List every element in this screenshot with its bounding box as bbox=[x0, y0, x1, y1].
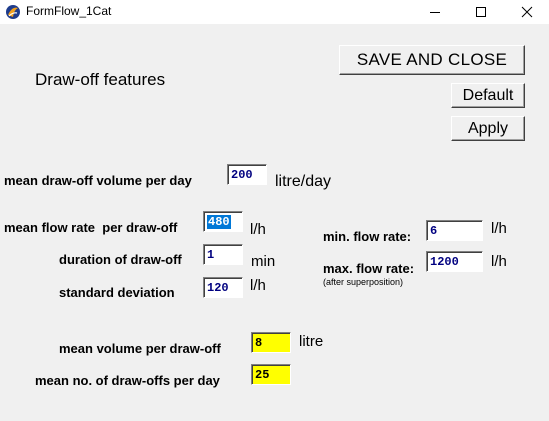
max-flow-rate-input[interactable]: 1200 bbox=[426, 251, 483, 272]
duration-label: duration of draw-off bbox=[59, 252, 182, 267]
min-flow-rate-input[interactable]: 6 bbox=[426, 220, 483, 241]
std-deviation-unit: l/h bbox=[250, 277, 266, 294]
min-flow-rate-label: min. flow rate: bbox=[323, 229, 412, 244]
maximize-button[interactable] bbox=[458, 0, 504, 24]
default-button[interactable]: Default bbox=[451, 83, 525, 108]
mean-volume-per-drawoff-unit: litre bbox=[299, 333, 324, 350]
save-and-close-button[interactable]: SAVE AND CLOSE bbox=[339, 45, 525, 75]
mean-volume-per-day-label: mean draw-off volume per day bbox=[4, 173, 192, 188]
mean-flow-rate-value: 480 bbox=[207, 215, 231, 229]
min-flow-rate-unit: l/h bbox=[491, 220, 507, 237]
mean-volume-per-day-input[interactable]: 200 bbox=[227, 164, 267, 185]
mean-flow-rate-unit: l/h bbox=[250, 221, 266, 238]
minimize-icon bbox=[430, 12, 440, 13]
max-flow-rate-unit: l/h bbox=[491, 253, 507, 270]
duration-input[interactable]: 1 bbox=[203, 244, 243, 265]
mean-volume-per-drawoff-label: mean volume per draw-off bbox=[59, 341, 221, 356]
window-title: FormFlow_1Cat bbox=[26, 4, 112, 18]
maximize-icon bbox=[476, 7, 486, 17]
max-flow-rate-note: (after superposition) bbox=[323, 277, 404, 287]
mean-volume-per-day-unit: litre/day bbox=[275, 173, 332, 190]
std-deviation-label: standard deviation bbox=[59, 285, 175, 300]
std-deviation-input[interactable]: 120 bbox=[203, 277, 243, 298]
minimize-button[interactable] bbox=[412, 0, 458, 24]
max-flow-rate-label: max. flow rate: bbox=[323, 261, 415, 276]
apply-button[interactable]: Apply bbox=[451, 116, 525, 141]
title-bar: FormFlow_1Cat bbox=[0, 0, 549, 24]
close-button[interactable] bbox=[504, 0, 549, 24]
mean-flow-rate-input[interactable]: 480 bbox=[203, 211, 243, 232]
section-heading: Draw-off features bbox=[35, 70, 166, 89]
drawoffs-per-day-label: mean no. of draw-offs per day bbox=[35, 373, 220, 388]
duration-unit: min bbox=[251, 253, 276, 270]
mean-flow-rate-label: mean flow rate per draw-off bbox=[4, 220, 178, 235]
close-icon bbox=[521, 6, 533, 18]
mean-volume-per-drawoff-output: 8 bbox=[251, 332, 291, 353]
app-icon[interactable] bbox=[5, 4, 21, 20]
drawoffs-per-day-output: 25 bbox=[251, 364, 291, 385]
